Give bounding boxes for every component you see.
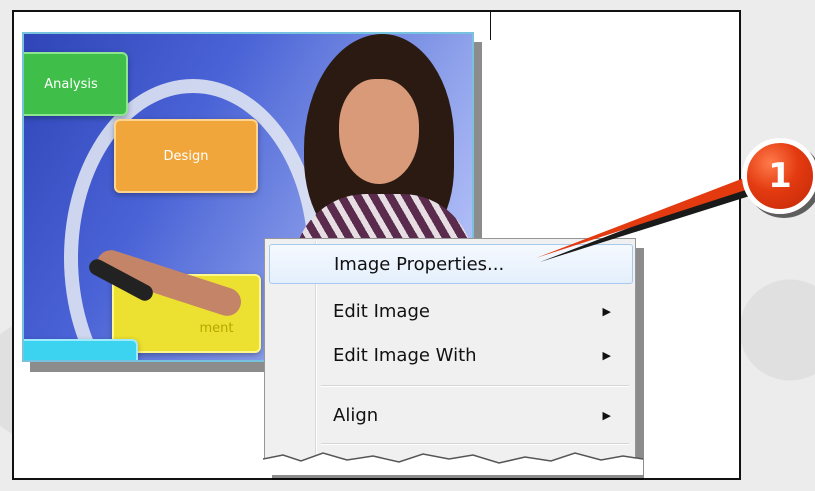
cyan-box: [24, 339, 138, 360]
design-label: Design: [163, 148, 209, 164]
menu-separator: [321, 385, 629, 387]
presenter-face: [339, 79, 419, 184]
development-label: ment: [199, 321, 234, 336]
table-divider: [490, 12, 491, 40]
submenu-arrow-icon: ▶: [602, 348, 611, 362]
torn-edge: [263, 452, 643, 475]
menu-item-align[interactable]: Align ▶: [269, 395, 633, 435]
analysis-box: Analysis: [24, 52, 128, 116]
menu-item-label: Edit Image: [333, 300, 430, 322]
callout-number-badge: 1: [742, 138, 815, 214]
menu-item-label: Align: [333, 404, 379, 426]
menu-item-edit-image[interactable]: Edit Image ▶: [269, 291, 633, 331]
callout-number: 1: [768, 156, 792, 196]
analysis-label: Analysis: [44, 76, 98, 92]
submenu-arrow-icon: ▶: [602, 304, 611, 318]
menu-item-label: Image Properties...: [334, 253, 505, 275]
context-menu: Image Properties... Edit Image ▶ Edit Im…: [263, 238, 643, 475]
menu-separator: [321, 443, 629, 445]
design-box: Design: [114, 119, 258, 193]
submenu-arrow-icon: ▶: [602, 408, 611, 422]
menu-item-label: Edit Image With: [333, 344, 477, 366]
menu-item-image-properties[interactable]: Image Properties...: [269, 244, 633, 284]
menu-item-edit-image-with[interactable]: Edit Image With ▶: [269, 335, 633, 375]
